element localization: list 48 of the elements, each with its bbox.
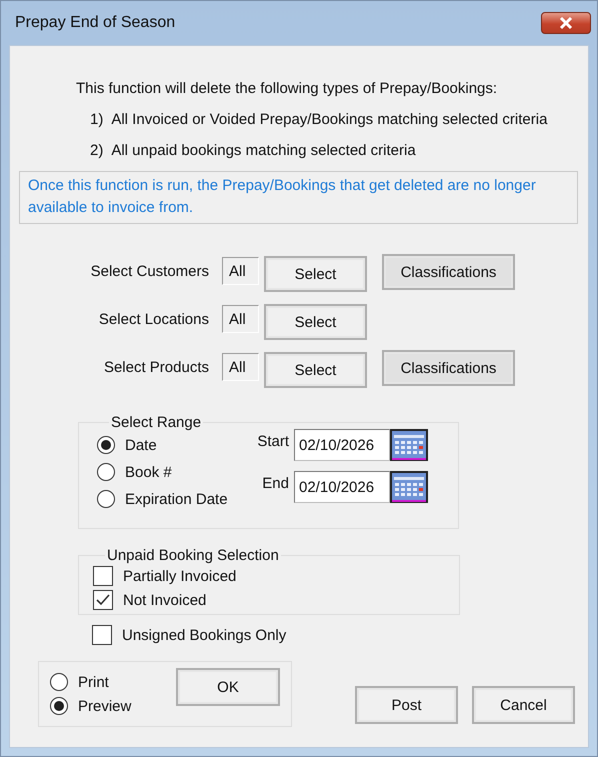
selection-value: All [222, 353, 259, 381]
close-icon [558, 16, 574, 30]
dialog-button[interactable]: Post [355, 686, 458, 724]
checkbox-label: Not Invoiced [123, 592, 206, 608]
radio-label: Book # [125, 464, 172, 480]
calendar-icon[interactable] [390, 429, 428, 461]
dialog-button[interactable]: Cancel [472, 686, 575, 724]
date-field[interactable]: 02/10/2026 [294, 429, 390, 461]
checkbox-label: Unsigned Bookings Only [122, 626, 286, 644]
radio-label: Print [78, 674, 109, 690]
date-label: Start [256, 432, 289, 450]
date-label: End [261, 474, 289, 492]
item-text: All unpaid bookings matching selected criteria [111, 142, 416, 159]
select-button[interactable]: Select [264, 352, 367, 388]
classifications-button[interactable]: Classifications [382, 254, 515, 290]
select-button[interactable]: Select [264, 304, 367, 340]
radio-button[interactable] [50, 697, 68, 715]
classifications-button[interactable]: Classifications [382, 350, 515, 386]
checkbox[interactable] [93, 590, 113, 610]
selection-value: All [222, 305, 259, 333]
check-icon [95, 593, 111, 607]
item-number: 2) [90, 142, 104, 159]
radio-button[interactable] [97, 436, 115, 454]
checkbox[interactable] [92, 625, 112, 645]
radio-button[interactable] [50, 673, 68, 691]
selector-label: Select Customers [90, 262, 209, 280]
select-button[interactable]: Select [264, 256, 367, 292]
notice-text: Once this function is run, the Prepay/Bookings that get deleted are no longer available to invoice from. [19, 171, 578, 224]
item-text: All Invoiced or Voided Prepay/Bookings matching selected criteria [111, 111, 548, 128]
group-title: Select Range [110, 414, 202, 431]
selection-value: All [222, 257, 259, 285]
selector-label: Select Locations [98, 310, 209, 328]
checkbox-label: Partially Invoiced [123, 568, 236, 584]
radio-label: Preview [78, 698, 132, 714]
radio-button[interactable] [97, 463, 115, 481]
date-field[interactable]: 02/10/2026 [294, 471, 390, 503]
close-button[interactable] [541, 12, 591, 34]
ok-button[interactable]: OK [176, 668, 280, 706]
window-title: Prepay End of Season [15, 14, 176, 32]
radio-button[interactable] [97, 490, 115, 508]
selector-label: Select Products [102, 358, 209, 376]
radio-label: Date [125, 436, 157, 454]
checkbox[interactable] [93, 566, 113, 586]
intro-text: This function will delete the following types of Prepay/Bookings: [76, 80, 498, 97]
calendar-icon[interactable] [390, 471, 428, 503]
radio-label: Expiration Date [125, 490, 228, 508]
group-title: Unpaid Booking Selection [106, 547, 280, 564]
item-number: 1) [90, 111, 104, 128]
